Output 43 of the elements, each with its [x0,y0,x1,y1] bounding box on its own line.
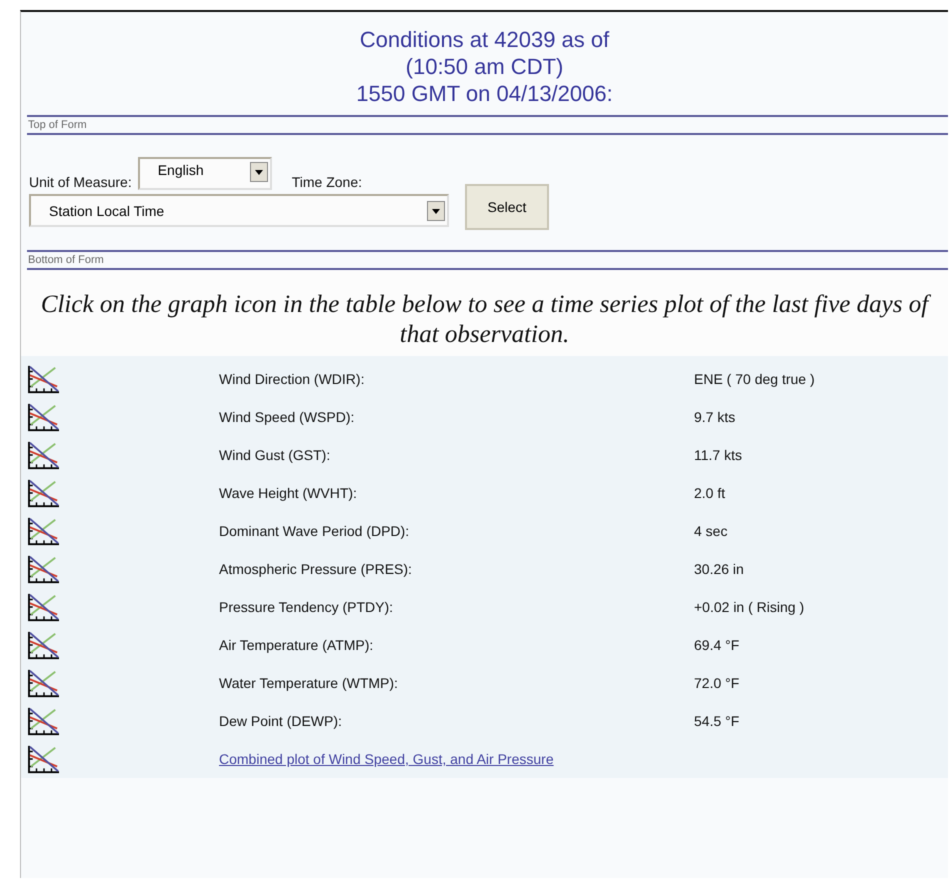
select-button[interactable]: Select [465,184,549,230]
instruction-text: Click on the graph icon in the table below to see a time series plot of the last five days of that observation. [21,270,948,356]
graph-icon[interactable] [27,516,61,546]
graph-icon[interactable] [27,744,61,774]
observation-label: Water Temperature (WTMP): [219,675,399,691]
observation-label: Pressure Tendency (PTDY): [219,599,394,615]
observation-value: 11.7 kts [694,447,742,463]
observation-value: 2.0 ft [694,485,726,501]
observation-value: 54.5 °F [694,713,740,729]
combined-plot-link[interactable]: Combined plot of Wind Speed, Gust, and Air Pressure [219,751,554,767]
page-heading: 1550 GMT on 04/13/2006: [356,80,613,107]
observation-value: +0.02 in ( Rising ) [694,599,804,615]
field-label: Time Zone: [292,174,362,190]
timezone-dropdown[interactable]: Station Local Time [29,194,449,227]
observation-label: Dew Point (DEWP): [219,713,343,729]
graph-icon[interactable] [27,592,61,622]
graph-icon[interactable] [27,402,61,432]
observation-value: 72.0 °F [694,675,740,691]
graph-icon[interactable] [27,478,61,508]
observation-label: Wind Gust (GST): [219,447,332,463]
observation-label: Wind Direction (WDIR): [219,371,366,387]
observation-value: 9.7 kts [694,409,736,425]
observation-value: 69.4 °F [694,637,740,653]
graph-icon[interactable] [27,440,61,470]
page-heading: (10:50 am CDT) [406,53,564,80]
observation-label: Wind Speed (WSPD): [219,409,356,425]
observation-label: Atmospheric Pressure (PRES): [219,561,413,577]
observation-value: 4 sec [694,523,728,539]
form-marker: Top of Form [27,118,88,133]
graph-icon[interactable] [27,630,61,660]
observation-label: Dominant Wave Period (DPD): [219,523,410,539]
observation-value: ENE ( 70 deg true ) [694,371,815,387]
observation-value: 30.26 in [694,561,744,577]
field-label: Unit of Measure: [29,174,132,190]
graph-icon[interactable] [27,554,61,584]
observation-label: Wave Height (WVHT): [219,485,358,501]
graph-icon[interactable] [27,364,61,394]
unit-dropdown[interactable]: English [138,157,272,190]
observation-label: Air Temperature (ATMP): [219,637,374,653]
form-marker: Bottom of Form [27,253,105,268]
graph-icon[interactable] [27,706,61,736]
graph-icon[interactable] [27,668,61,698]
page-heading: Conditions at 42039 as of [360,26,610,53]
